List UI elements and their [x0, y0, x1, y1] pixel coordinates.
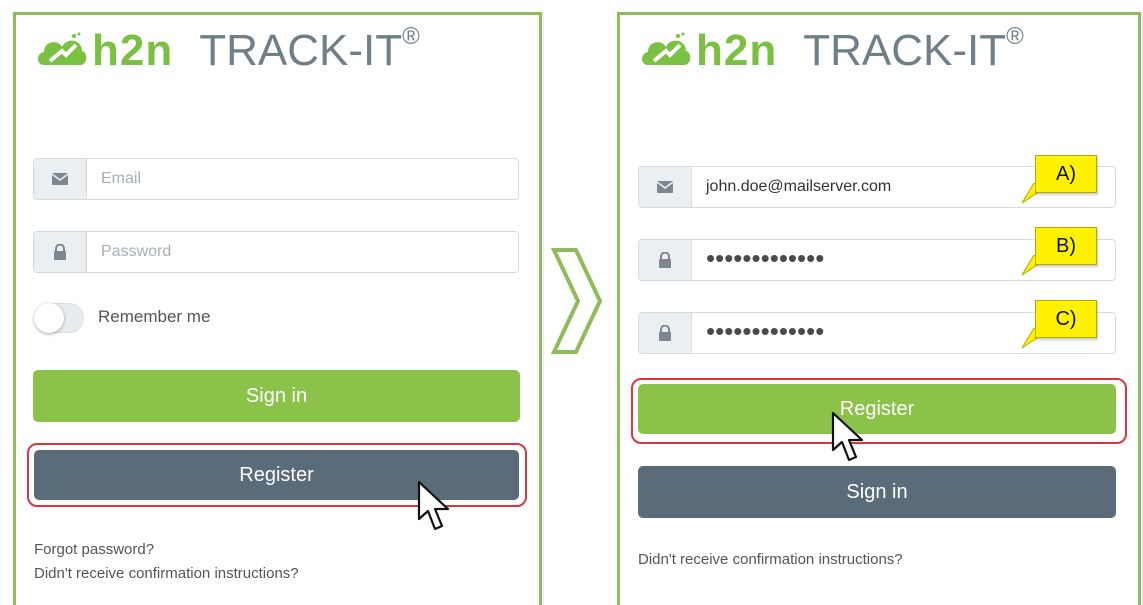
register-panel: h2n TRACK-IT® john.doe@mailserver.com ••…: [617, 12, 1141, 605]
confirm-password-value: •••••••••••••: [706, 315, 825, 346]
cursor-icon: [417, 480, 450, 531]
login-panel: h2n TRACK-IT® Email Password Remember me…: [13, 12, 542, 605]
forgot-password-link[interactable]: Forgot password?: [34, 541, 154, 558]
email-addon: [639, 167, 692, 207]
password-placeholder: Password: [101, 243, 172, 260]
sign-in-button[interactable]: Sign in: [33, 370, 520, 422]
email-placeholder: Email: [101, 170, 142, 187]
email-field[interactable]: Email: [33, 158, 519, 200]
register-button[interactable]: Register: [638, 384, 1116, 434]
product-name: TRACK-IT®: [803, 23, 1024, 75]
envelope-icon: [657, 181, 673, 193]
lock-icon: [659, 325, 671, 341]
remember-me-label: Remember me: [98, 307, 211, 326]
confirmation-instructions-link[interactable]: Didn't receive confirmation instructions…: [638, 551, 903, 568]
callout-c: C): [1035, 300, 1097, 338]
callout-b: B): [1035, 227, 1097, 265]
email-addon: [34, 159, 87, 199]
password-value: •••••••••••••: [706, 242, 825, 273]
password-addon: [639, 240, 692, 280]
brand-logo: h2n TRACK-IT®: [36, 23, 420, 75]
callout-a: A): [1035, 155, 1097, 193]
password-addon: [34, 232, 87, 272]
confirm-password-addon: [639, 313, 692, 353]
lock-icon: [659, 252, 671, 268]
brand-name: h2n: [92, 26, 174, 75]
lock-icon: [54, 244, 66, 260]
cursor-icon: [831, 411, 864, 462]
brand-name: h2n: [696, 26, 778, 75]
brand-logo: h2n TRACK-IT®: [640, 23, 1024, 75]
remember-me-toggle[interactable]: [34, 303, 84, 333]
product-name: TRACK-IT®: [199, 23, 420, 75]
toggle-knob: [34, 303, 64, 333]
cloud-logo-icon: [642, 32, 691, 65]
sign-in-button[interactable]: Sign in: [638, 466, 1116, 518]
confirmation-instructions-link[interactable]: Didn't receive confirmation instructions…: [34, 565, 299, 582]
cloud-logo-icon: [38, 32, 87, 65]
chevron-right-icon: [550, 248, 603, 354]
envelope-icon: [52, 173, 68, 185]
password-field[interactable]: Password: [33, 231, 519, 273]
email-value: john.doe@mailserver.com: [706, 178, 892, 195]
